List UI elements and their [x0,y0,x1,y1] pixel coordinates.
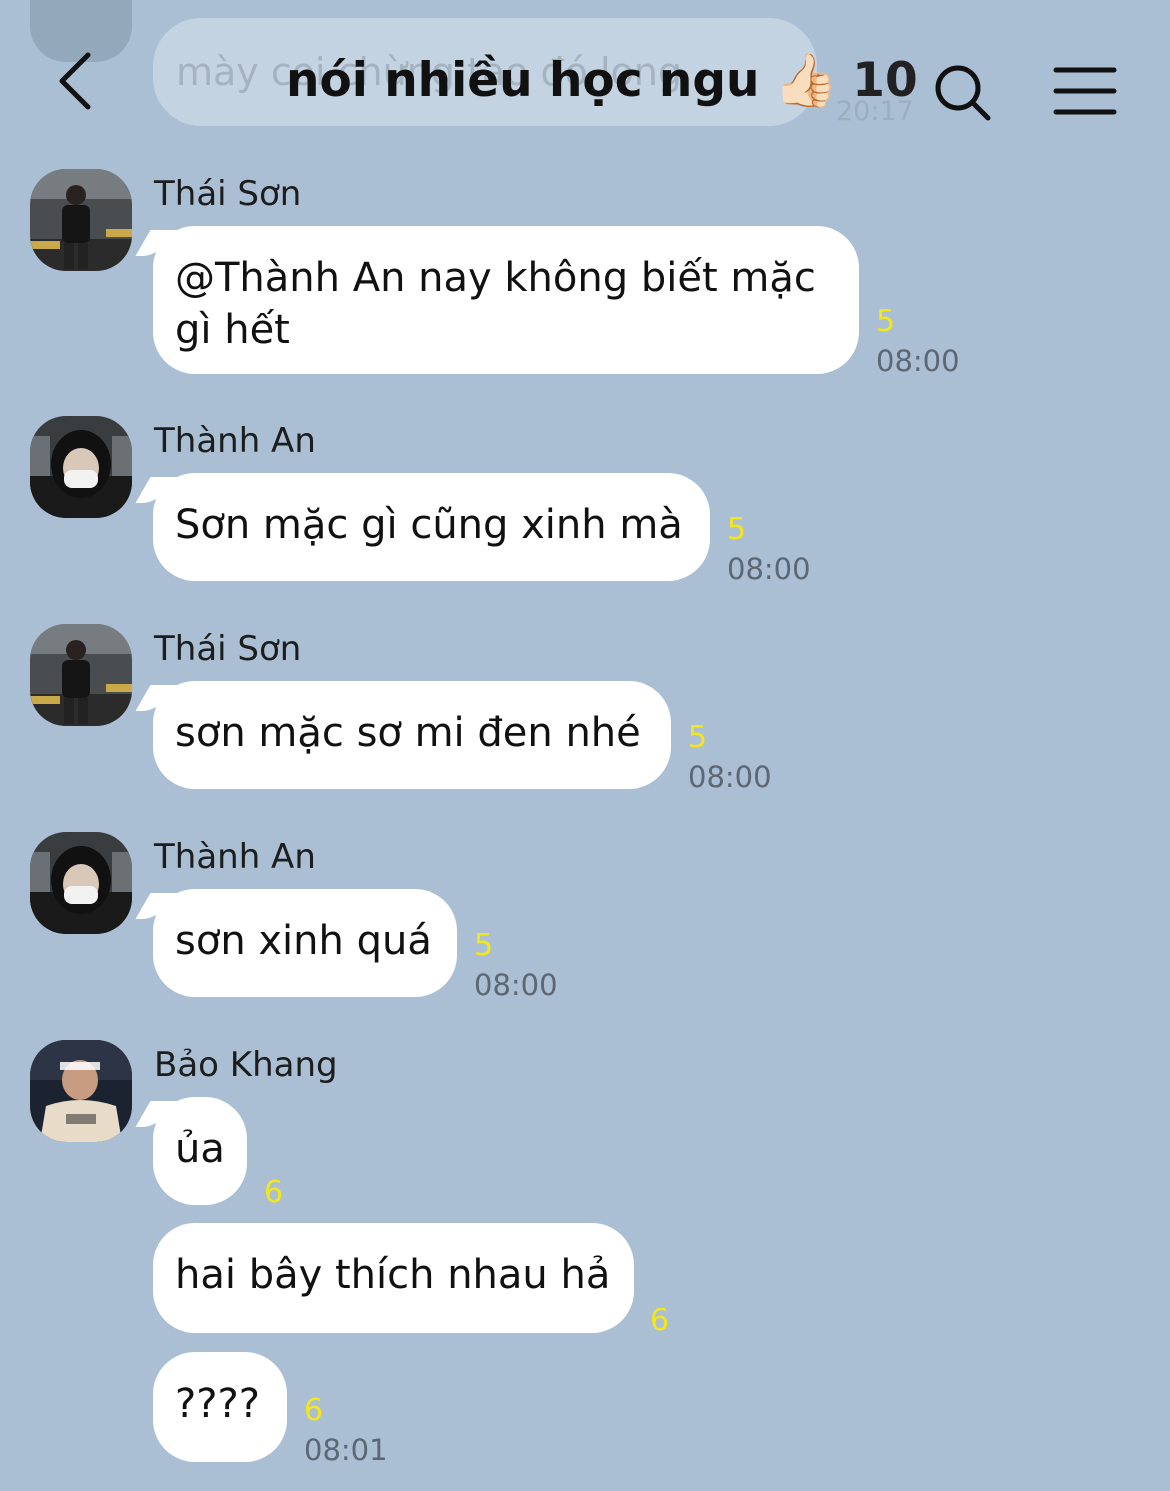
message-bubble[interactable]: sơn xinh quá [153,889,457,997]
message-bubble[interactable]: ủa [153,1097,247,1205]
sender-name: Thành An [154,837,316,877]
sender-name: Thái Sơn [154,174,302,214]
message-bubble[interactable]: Sơn mặc gì cũng xinh mà [153,473,710,581]
thumbs-up-icon: 👍🏻 [773,51,839,111]
chat-title-text: nói nhiều học ngu [286,53,760,108]
message-text-line: gì hết [175,307,290,353]
chat-title[interactable]: nói nhiều học ngu 👍🏻 10 [286,50,918,111]
read-count: 6 [304,1393,324,1428]
message-text: sơn mặc sơ mi đen nhé [175,710,641,756]
avatar[interactable] [30,416,132,518]
message-bubble[interactable]: sơn mặc sơ mi đen nhé [153,681,671,789]
sender-name: Bảo Khang [154,1045,338,1085]
read-count: 5 [688,720,708,755]
read-count: 5 [876,304,896,339]
avatar[interactable] [30,1040,132,1142]
message-text-line: @Thành An nay không biết mặc [175,255,816,301]
user-photo-thai-son [30,624,132,726]
read-count: 5 [727,512,747,547]
chat-header: nói nhiều học ngu 👍🏻 10 [0,0,1170,160]
read-count: 6 [264,1175,284,1210]
search-button[interactable] [930,60,996,126]
menu-button[interactable] [1052,64,1118,120]
hamburger-menu-icon [1053,67,1117,115]
message-time: 08:00 [727,552,811,586]
chevron-left-icon [59,52,91,110]
message-time: 08:00 [876,344,960,378]
search-icon [935,65,991,121]
sender-name: Thái Sơn [154,629,302,669]
user-photo-thanh-an [30,416,132,518]
message-time: 08:01 [304,1433,388,1467]
user-photo-bao-khang [30,1040,132,1142]
sender-name: Thành An [154,421,316,461]
user-photo-thanh-an [30,832,132,934]
avatar[interactable] [30,169,132,271]
message-text: sơn xinh quá [175,918,432,964]
message-text: ủa [175,1126,225,1172]
avatar[interactable] [30,624,132,726]
message-text: hai bây thích nhau hả [175,1252,611,1298]
message-text: Sơn mặc gì cũng xinh mà [175,502,683,548]
message-text: ???? [175,1381,260,1427]
message-time: 08:00 [688,760,772,794]
read-count: 5 [474,928,494,963]
message-time: 08:00 [474,968,558,1002]
member-count: 10 [852,53,918,108]
avatar[interactable] [30,832,132,934]
read-count: 6 [650,1303,670,1338]
back-button[interactable] [50,45,110,115]
user-photo-thai-son [30,169,132,271]
message-bubble[interactable]: ???? [153,1352,287,1462]
message-bubble[interactable]: hai bây thích nhau hả [153,1223,634,1333]
message-bubble[interactable]: @Thành An nay không biết mặc gì hết [153,226,859,374]
